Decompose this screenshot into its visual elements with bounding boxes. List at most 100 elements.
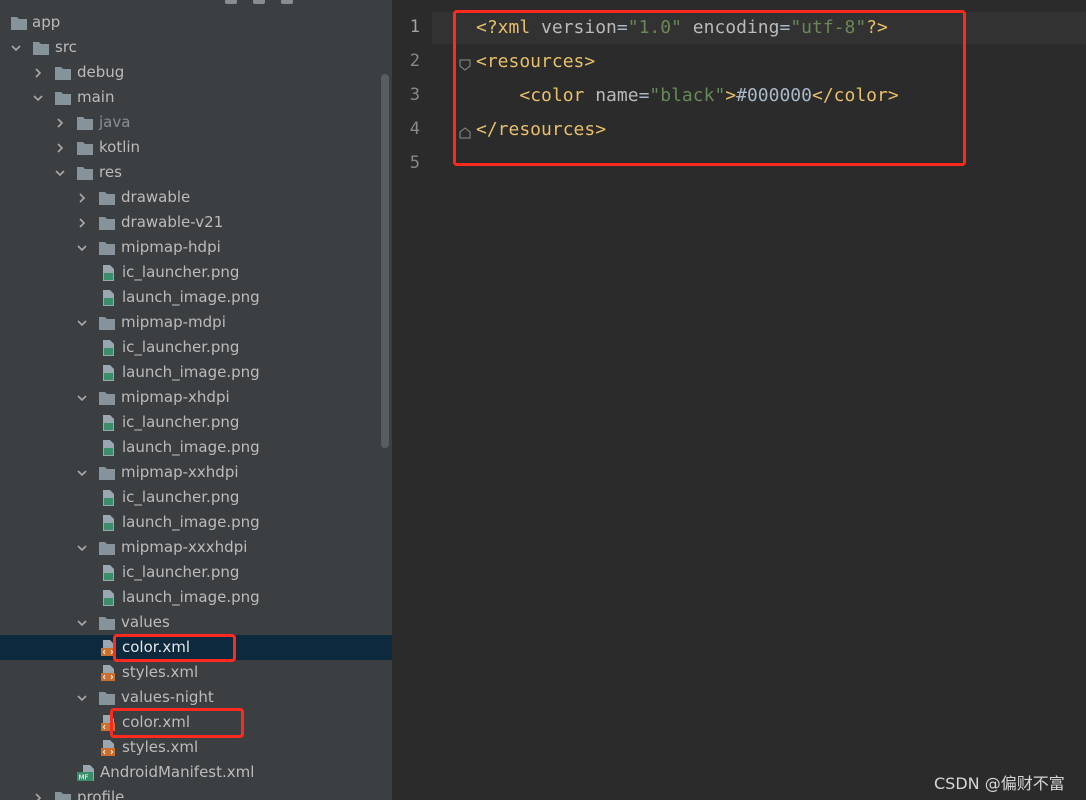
chevron-right-icon[interactable] bbox=[76, 192, 88, 204]
expand-icon[interactable] bbox=[253, 0, 265, 4]
tree-item[interactable]: styles.xml bbox=[0, 735, 392, 760]
chevron-down-icon[interactable] bbox=[76, 542, 88, 554]
tree-item-label: drawable bbox=[121, 188, 191, 206]
tree-item[interactable]: launch_image.png bbox=[0, 285, 392, 310]
code-token: <?xml bbox=[476, 17, 542, 38]
tree-item[interactable]: ic_launcher.png bbox=[0, 560, 392, 585]
tree-item-label: mipmap-xhdpi bbox=[121, 388, 230, 406]
tree-item[interactable]: ic_launcher.png bbox=[0, 485, 392, 510]
tree-item[interactable]: launch_image.png bbox=[0, 585, 392, 610]
project-tree-panel: app src debug main java kotlin res drawable draw… bbox=[0, 0, 392, 800]
tree-item-label: src bbox=[55, 38, 77, 56]
code-token: name bbox=[595, 85, 639, 106]
code-line[interactable]: <?xml version="1.0" encoding="utf-8"?> bbox=[476, 12, 888, 44]
chevron-down-icon[interactable] bbox=[76, 692, 88, 704]
collapse-all-icon[interactable] bbox=[225, 0, 237, 4]
tree-item[interactable]: ic_launcher.png bbox=[0, 260, 392, 285]
tree-item[interactable]: debug bbox=[0, 60, 392, 85]
tree-item[interactable]: mipmap-mdpi bbox=[0, 310, 392, 335]
line-number: 5 bbox=[409, 153, 420, 173]
tree-item[interactable]: MF AndroidManifest.xml bbox=[0, 760, 392, 785]
tree-item[interactable]: drawable-v21 bbox=[0, 210, 392, 235]
tree-item-label: ic_launcher.png bbox=[122, 263, 240, 281]
folder-icon bbox=[76, 115, 94, 131]
chevron-down-icon[interactable] bbox=[54, 167, 66, 179]
chevron-down-icon[interactable] bbox=[76, 467, 88, 479]
folder-icon bbox=[54, 65, 72, 81]
code-token: <resources> bbox=[476, 51, 596, 72]
tree-item-label: kotlin bbox=[99, 138, 141, 156]
image-file-icon bbox=[99, 565, 117, 581]
code-token: "black" bbox=[649, 85, 726, 106]
tree-item[interactable]: values bbox=[0, 610, 392, 635]
chevron-down-icon[interactable] bbox=[32, 92, 44, 104]
code-token: version bbox=[541, 17, 617, 38]
chevron-down-icon[interactable] bbox=[76, 317, 88, 329]
tree-item[interactable]: java bbox=[0, 110, 392, 135]
tree-item-label: profile bbox=[77, 788, 125, 800]
tree-item[interactable]: main bbox=[0, 85, 392, 110]
tree-item[interactable]: launch_image.png bbox=[0, 435, 392, 460]
folder-icon bbox=[98, 690, 116, 706]
svg-text:MF: MF bbox=[79, 774, 89, 782]
line-number: 1 bbox=[409, 17, 420, 37]
tree-item[interactable]: mipmap-xxxhdpi bbox=[0, 535, 392, 560]
tree-item[interactable]: res bbox=[0, 160, 392, 185]
image-file-icon bbox=[99, 515, 117, 531]
code-token: #000000 bbox=[736, 85, 812, 106]
manifest-file-icon: MF bbox=[77, 765, 95, 781]
code-token: </resources> bbox=[476, 119, 607, 140]
chevron-down-icon[interactable] bbox=[76, 617, 88, 629]
tree-item[interactable]: app bbox=[0, 10, 392, 35]
xml-file-icon bbox=[99, 640, 117, 656]
chevron-right-icon[interactable] bbox=[32, 792, 44, 800]
tree-item[interactable]: profile bbox=[0, 785, 392, 800]
tree-item[interactable]: mipmap-xhdpi bbox=[0, 385, 392, 410]
chevron-down-icon[interactable] bbox=[76, 242, 88, 254]
fold-end-icon[interactable] bbox=[459, 124, 471, 139]
tree-item[interactable]: color.xml bbox=[0, 710, 392, 735]
tree-item-label: ic_launcher.png bbox=[122, 413, 240, 431]
chevron-down-icon[interactable] bbox=[10, 42, 22, 54]
folder-icon bbox=[32, 40, 50, 56]
chevron-right-icon[interactable] bbox=[32, 67, 44, 79]
tree-toolbar bbox=[225, 0, 293, 4]
code-line[interactable]: </resources> bbox=[476, 114, 606, 146]
code-line[interactable]: <color name="black">#000000</color> bbox=[476, 80, 898, 112]
tree-item[interactable]: launch_image.png bbox=[0, 510, 392, 535]
tree-item[interactable]: src bbox=[0, 35, 392, 60]
tree-item-label: launch_image.png bbox=[122, 363, 260, 381]
chevron-down-icon[interactable] bbox=[76, 392, 88, 404]
fold-start-icon[interactable] bbox=[459, 56, 471, 71]
tree-item[interactable]: styles.xml bbox=[0, 660, 392, 685]
chevron-right-icon[interactable] bbox=[54, 142, 66, 154]
tree-item-label: launch_image.png bbox=[122, 513, 260, 531]
tree-item-label: values-night bbox=[121, 688, 214, 706]
code-line[interactable]: <resources> bbox=[476, 46, 595, 78]
chevron-right-icon[interactable] bbox=[54, 117, 66, 129]
tree-item[interactable]: values-night bbox=[0, 685, 392, 710]
tree-item[interactable]: ic_launcher.png bbox=[0, 410, 392, 435]
tree-item[interactable]: kotlin bbox=[0, 135, 392, 160]
tree-item-label: launch_image.png bbox=[122, 288, 260, 306]
tree-item-label: launch_image.png bbox=[122, 438, 260, 456]
tree-item[interactable]: launch_image.png bbox=[0, 360, 392, 385]
folder-icon bbox=[98, 615, 116, 631]
tree-item[interactable]: mipmap-hdpi bbox=[0, 235, 392, 260]
tree-item-label: values bbox=[121, 613, 170, 631]
code-editor[interactable]: 1 2 3 4 5 <?xml version="1.0" encoding="utf-8… bbox=[392, 0, 1086, 800]
tree-item[interactable]: drawable bbox=[0, 185, 392, 210]
tree-item[interactable]: mipmap-xxhdpi bbox=[0, 460, 392, 485]
gear-icon[interactable] bbox=[281, 0, 293, 4]
image-file-icon bbox=[99, 440, 117, 456]
tree-item[interactable]: ic_launcher.png bbox=[0, 335, 392, 360]
watermark: CSDN @偏财不富 bbox=[934, 774, 1065, 793]
code-token: = bbox=[779, 17, 791, 38]
folder-icon bbox=[98, 465, 116, 481]
tree-item-label: ic_launcher.png bbox=[122, 563, 240, 581]
chevron-right-icon[interactable] bbox=[76, 217, 88, 229]
tree-item[interactable]: color.xml bbox=[0, 635, 392, 660]
line-number: 3 bbox=[409, 85, 420, 105]
